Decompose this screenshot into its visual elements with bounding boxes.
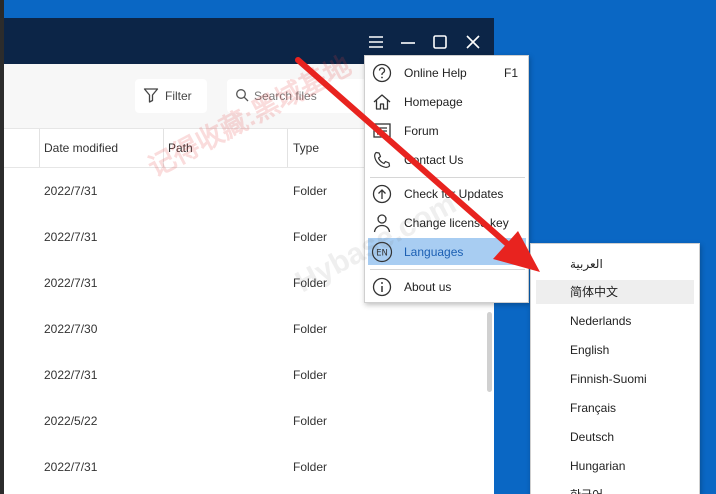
menu-separator xyxy=(370,269,525,270)
menu-item-shortcut: F1 xyxy=(503,65,518,80)
type-cell: Folder xyxy=(293,276,328,290)
column-separator[interactable] xyxy=(39,129,40,167)
language-item-english[interactable]: English xyxy=(536,338,694,362)
menu-item-change-license[interactable]: Change license key xyxy=(368,209,526,236)
date-cell: 2022/7/31 xyxy=(44,368,98,382)
menu-separator xyxy=(370,177,525,178)
phone-icon xyxy=(371,149,393,171)
type-cell: Folder xyxy=(293,184,328,198)
type-cell: Folder xyxy=(293,414,328,428)
menu-item-label: Languages xyxy=(404,244,464,259)
date-cell: 2022/7/31 xyxy=(44,276,98,290)
table-row[interactable]: 2022/7/31 Folder xyxy=(4,444,494,490)
language-icon: EN xyxy=(371,241,393,263)
menu-item-contact-us[interactable]: Contact Us xyxy=(368,146,526,173)
column-header-date-modified[interactable]: Date modified xyxy=(44,129,118,167)
column-header-type[interactable]: Type xyxy=(293,129,319,167)
search-box[interactable] xyxy=(227,79,387,113)
menu-item-languages[interactable]: EN Languages xyxy=(368,238,526,265)
type-cell: Folder xyxy=(293,368,328,382)
column-header-path[interactable]: Path xyxy=(168,129,193,167)
filter-button[interactable]: Filter xyxy=(135,79,207,113)
filter-icon xyxy=(143,87,159,106)
menu-item-label: Forum xyxy=(404,123,439,138)
language-item-hungarian[interactable]: Hungarian xyxy=(536,454,694,478)
column-separator[interactable] xyxy=(163,129,164,167)
language-item-simplified-chinese[interactable]: 简体中文 xyxy=(536,280,694,304)
menu-item-label: Homepage xyxy=(404,94,463,109)
user-icon xyxy=(371,212,393,234)
menu-item-online-help[interactable]: Online Help F1 xyxy=(368,59,526,86)
close-icon[interactable] xyxy=(463,32,483,52)
help-icon xyxy=(371,62,393,84)
table-row[interactable]: 2022/7/31 Folder xyxy=(4,352,494,398)
filter-label: Filter xyxy=(165,89,192,103)
type-cell: Folder xyxy=(293,460,328,474)
language-item-french[interactable]: Français xyxy=(536,396,694,420)
menu-item-homepage[interactable]: Homepage xyxy=(368,88,526,115)
date-cell: 2022/5/22 xyxy=(44,414,98,428)
languages-submenu: العربية 简体中文 Nederlands English Finnish-… xyxy=(530,243,700,494)
menu-item-about-us[interactable]: About us xyxy=(368,273,526,300)
type-cell: Folder xyxy=(293,322,328,336)
language-item-dutch[interactable]: Nederlands xyxy=(536,309,694,333)
language-item-arabic[interactable]: العربية xyxy=(536,252,694,276)
menu-item-label: About us xyxy=(404,279,452,294)
column-separator[interactable] xyxy=(287,129,288,167)
date-cell: 2022/7/31 xyxy=(44,460,98,474)
menu-item-label: Contact Us xyxy=(404,152,464,167)
search-icon xyxy=(235,88,249,105)
language-item-german[interactable]: Deutsch xyxy=(536,425,694,449)
menu-item-label: Check for Updates xyxy=(404,186,504,201)
date-cell: 2022/7/30 xyxy=(44,322,98,336)
search-input[interactable] xyxy=(254,89,374,103)
menu-icon[interactable] xyxy=(366,32,386,52)
table-row[interactable]: 2022/7/30 Folder xyxy=(4,306,494,352)
main-menu: Online Help F1 Homepage Forum Contact Us… xyxy=(364,55,529,303)
language-icon-text: EN xyxy=(376,248,388,258)
maximize-icon[interactable] xyxy=(430,32,450,52)
date-cell: 2022/7/31 xyxy=(44,230,98,244)
language-item-finnish[interactable]: Finnish-Suomi xyxy=(536,367,694,391)
forum-icon xyxy=(371,120,393,142)
menu-item-check-updates[interactable]: Check for Updates xyxy=(368,180,526,207)
vertical-scrollbar[interactable] xyxy=(487,312,492,392)
date-cell: 2022/7/31 xyxy=(44,184,98,198)
language-item-korean[interactable]: 한국어 xyxy=(536,483,694,494)
info-icon xyxy=(371,276,393,298)
table-row[interactable]: 2022/5/22 Folder xyxy=(4,398,494,444)
menu-item-forum[interactable]: Forum xyxy=(368,117,526,144)
menu-item-label: Online Help xyxy=(404,65,467,80)
update-icon xyxy=(371,183,393,205)
menu-item-label: Change license key xyxy=(404,215,509,230)
type-cell: Folder xyxy=(293,230,328,244)
home-icon xyxy=(371,91,393,113)
minimize-icon[interactable] xyxy=(398,32,418,52)
